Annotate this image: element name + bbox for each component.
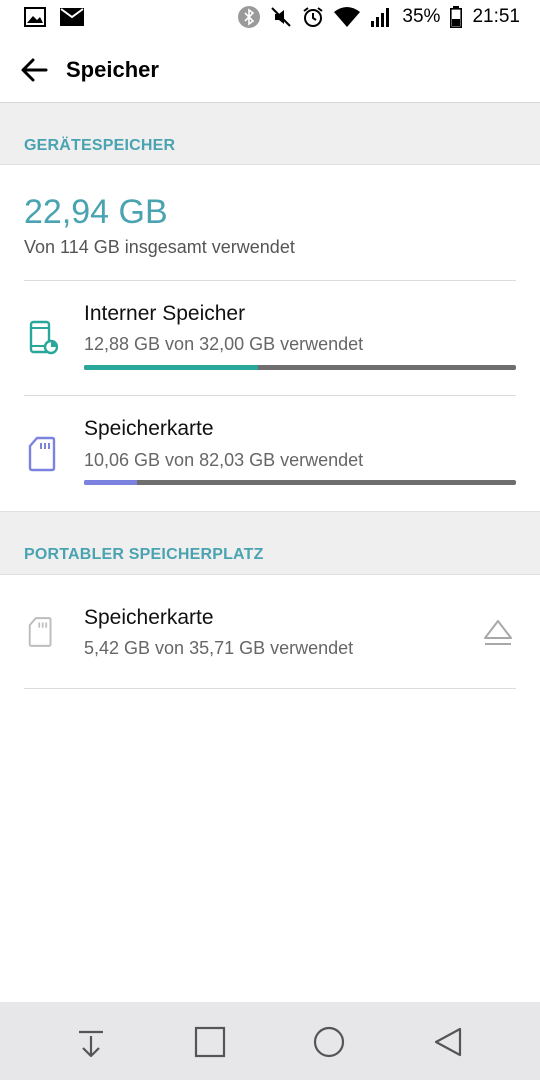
page-title: Speicher [66, 57, 159, 82]
storage-progress-bar [84, 365, 516, 370]
signal-icon [371, 8, 390, 27]
storage-item-subtitle: 12,88 GB von 32,00 GB verwendet [84, 334, 364, 354]
mail-icon [60, 8, 84, 26]
wifi-icon [334, 7, 361, 27]
notification-pull-icon[interactable] [73, 1024, 109, 1060]
sd-card-icon [28, 617, 52, 647]
eject-icon[interactable] [482, 618, 514, 648]
sd-card-icon [28, 436, 56, 472]
back-arrow-icon[interactable] [18, 54, 50, 86]
status-bar: 35% 21:51 [0, 0, 540, 38]
storage-item-title: Speicherkarte [84, 606, 214, 629]
section-header-label: GERÄTESPEICHER [24, 137, 176, 154]
total-used-subtitle: Von 114 GB insgesamt verwendet [24, 237, 295, 257]
storage-progress-fill [84, 480, 137, 485]
divider [24, 280, 516, 281]
image-icon [24, 7, 46, 27]
back-icon[interactable] [430, 1024, 466, 1060]
navigation-bar [0, 1002, 540, 1080]
storage-item-title: Interner Speicher [84, 302, 246, 325]
mute-icon [271, 7, 292, 27]
storage-item-title: Speicherkarte [84, 417, 214, 440]
section-header-portable-storage: PORTABLER SPEICHERPLATZ [0, 511, 540, 575]
section-header-label: PORTABLER SPEICHERPLATZ [24, 546, 264, 563]
phone-storage-icon [29, 320, 58, 355]
home-icon[interactable] [311, 1024, 347, 1060]
battery-icon [450, 6, 463, 28]
storage-progress-bar [84, 480, 516, 485]
bluetooth-icon [238, 6, 261, 28]
divider [24, 688, 516, 689]
total-used-value: 22,94 GB [24, 193, 168, 231]
storage-item-subtitle: 5,42 GB von 35,71 GB verwendet [84, 638, 354, 658]
clock: 21:51 [472, 6, 520, 27]
battery-percent: 35% [402, 6, 441, 27]
storage-progress-fill [84, 365, 258, 370]
divider [24, 395, 516, 396]
storage-item-subtitle: 10,06 GB von 82,03 GB verwendet [84, 450, 364, 470]
app-bar: Speicher [0, 38, 540, 103]
recents-icon[interactable] [192, 1024, 228, 1060]
alarm-icon [303, 7, 324, 27]
section-header-device-storage: GERÄTESPEICHER [0, 103, 540, 165]
